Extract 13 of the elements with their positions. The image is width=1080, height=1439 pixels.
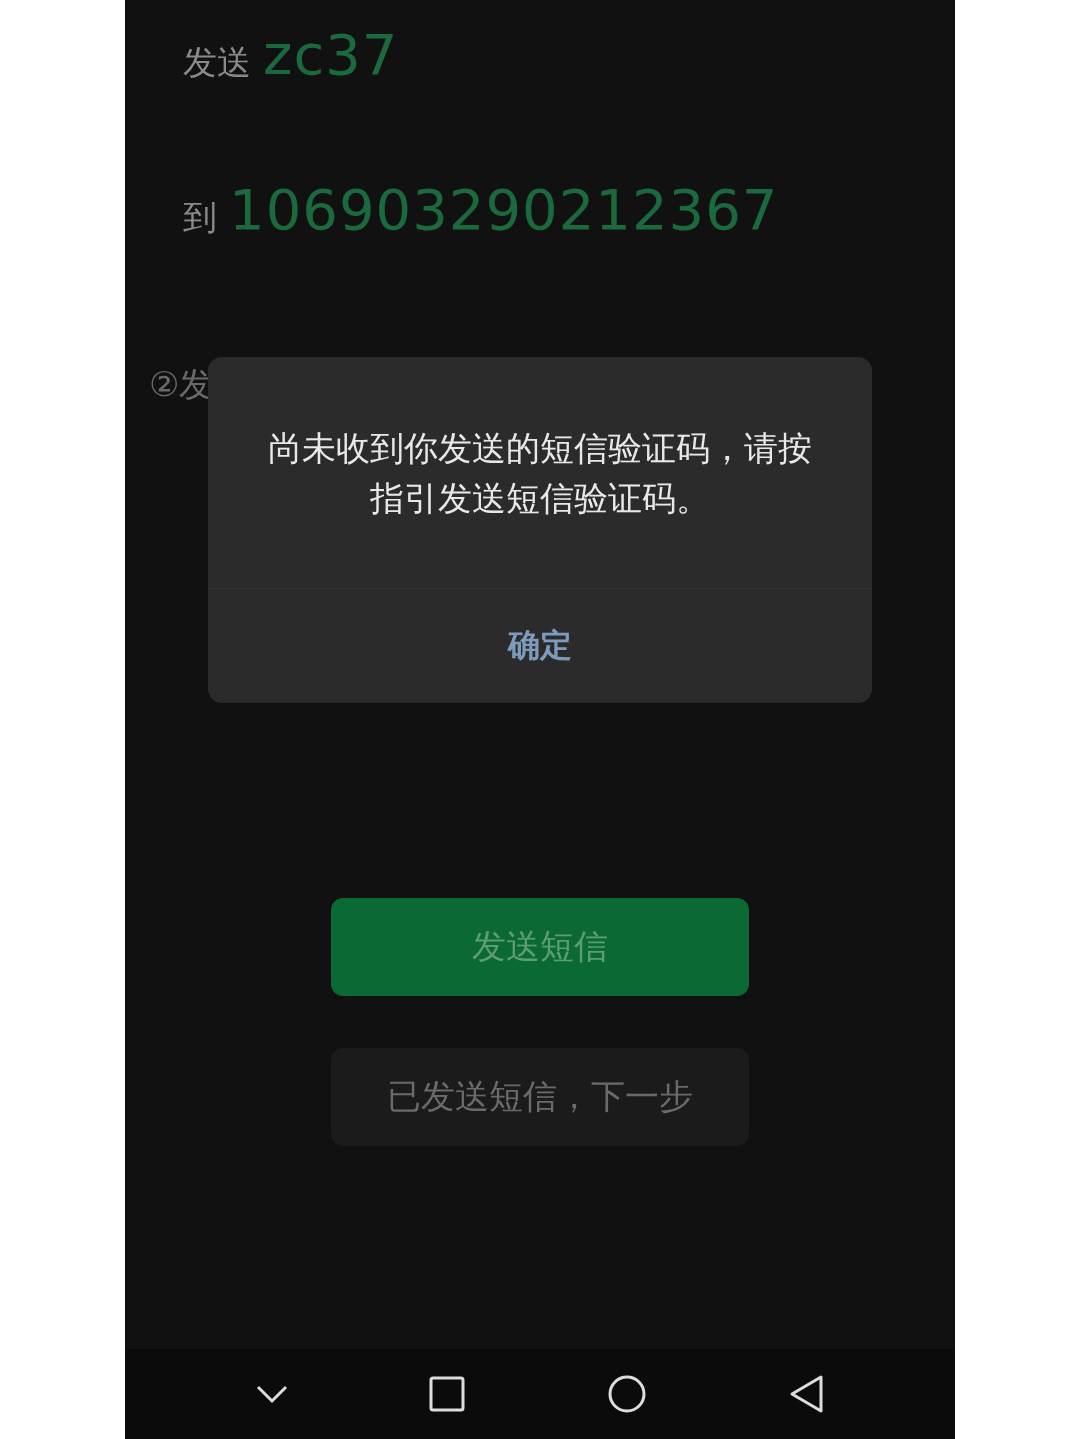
step-text: ②发	[149, 363, 214, 406]
send-label: 发送	[183, 41, 251, 84]
confirm-button[interactable]: 确定	[208, 588, 872, 703]
chevron-down-icon[interactable]	[255, 1384, 288, 1404]
next-step-button[interactable]: 已发送短信，下一步	[331, 1048, 749, 1146]
phone-number: 106903290212367	[229, 177, 779, 242]
circle-icon[interactable]	[606, 1374, 647, 1414]
to-label: 到	[183, 196, 217, 239]
send-sms-button[interactable]: 发送短信	[331, 898, 749, 996]
square-icon[interactable]	[429, 1376, 466, 1412]
back-triangle-icon[interactable]	[788, 1374, 825, 1414]
send-code: zc37	[263, 22, 399, 87]
dialog-message: 尚未收到你发送的短信验证码，请按指引发送短信验证码。	[267, 426, 813, 520]
